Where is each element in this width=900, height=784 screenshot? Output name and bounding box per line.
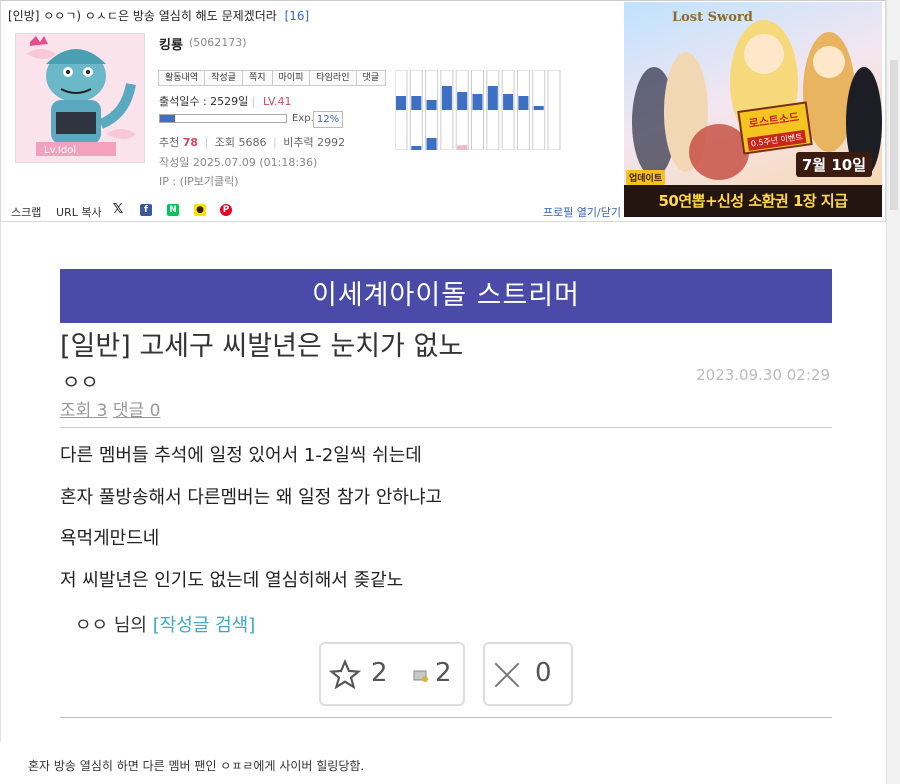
views-value: 5686	[238, 136, 267, 149]
activity-bar-upper	[426, 100, 437, 110]
profile-tabs: 활동내역 작성글 쪽지 마이피 타임라인 댓글	[158, 70, 387, 86]
written-date: 작성일 2025.07.09 (01:18:36)	[159, 156, 318, 169]
x-share-icon[interactable]: 𝕏	[112, 203, 124, 216]
scrollbar[interactable]	[886, 0, 900, 784]
cross-icon	[494, 662, 520, 688]
ad-date: 7월 10일	[795, 152, 872, 177]
post-title-line: [인방] ㅇㅇㄱ) ㅇㅅㄷ은 방송 열심히 해도 문제겠더라 [16]	[8, 7, 309, 24]
user-id: (5062173)	[189, 36, 247, 49]
recommend-value: 78	[182, 136, 199, 149]
tab-mypi[interactable]: 마이피	[273, 71, 311, 85]
comment-count[interactable]: [16]	[285, 9, 310, 23]
activity-column	[547, 70, 561, 150]
captured-views: 조회 3	[60, 401, 108, 421]
facebook-share-icon[interactable]: f	[140, 204, 152, 216]
tab-activity[interactable]: 활동내역	[159, 71, 206, 85]
star-icon	[329, 659, 361, 690]
url-copy-button[interactable]: URL 복사	[56, 204, 102, 220]
activity-chart	[395, 70, 561, 150]
captured-author: ㅇㅇ	[62, 370, 99, 394]
activity-bar-upper	[457, 92, 468, 110]
avatar[interactable]: Lv.Idol	[15, 33, 145, 163]
ad-release: 업데이트	[626, 170, 666, 185]
activity-bar-lower	[411, 146, 422, 150]
recommend-label: 추천	[159, 136, 180, 149]
exp-percent: 12%	[313, 111, 343, 128]
dislike-box: 0	[483, 642, 573, 706]
activity-bar-upper	[411, 96, 422, 110]
profile-toggle-button[interactable]: 프로필 열기/닫기	[543, 204, 621, 220]
tab-comments[interactable]: 댓글	[357, 71, 386, 85]
post-line-2: 혼자 풀방송해서 다른멤버는 왜 일정 참가 안하냐고	[60, 487, 443, 508]
kakao-share-icon[interactable]: ●	[194, 204, 206, 216]
activity-bar-upper	[472, 94, 483, 110]
post-capture: 이세계아이돌 스트리머 [일반] 고세구 씨발년은 눈치가 없노 ㅇㅇ 2023…	[0, 222, 886, 742]
post-line-3: 욕먹게만드네	[60, 528, 160, 549]
post-line-1: 다른 멤버들 추석에 일정 있어서 1-2일씩 쉬는데	[60, 445, 422, 466]
exp-progress-bar	[159, 114, 287, 123]
divider	[60, 717, 832, 718]
activity-bar-lower	[457, 145, 468, 150]
activity-bar-upper	[533, 106, 544, 110]
activity-bar-lower	[426, 138, 437, 150]
share-bar: 스크랩 URL 복사 𝕏 f N ● P 프로필 열기/닫기	[1, 198, 621, 222]
user-stats: 추천 78 | 조회 5686 | 비추력 2992	[159, 136, 346, 149]
captured-view-count: 조회 3 댓글 0	[60, 396, 160, 421]
ad-tag-title: 로스트소드	[747, 110, 800, 131]
scrap-button[interactable]: 스크랩	[11, 204, 41, 220]
nickname[interactable]: 킹룡	[159, 34, 183, 53]
bichu-label: 비추력	[283, 136, 314, 149]
dislike-count: 0	[535, 658, 552, 688]
captured-post-title: [일반] 고세구 씨발년은 눈치가 없노	[60, 331, 464, 362]
attendance: 출석일수 : 2529일	[159, 95, 249, 108]
attendance-line: 출석일수 : 2529일 | LV.41	[159, 95, 292, 108]
tab-timeline[interactable]: 타임라인	[310, 71, 357, 85]
activity-bar-upper	[441, 86, 452, 110]
tab-posts[interactable]: 작성글	[205, 71, 243, 85]
recommend-box: 2 2	[319, 642, 465, 706]
divider	[60, 427, 832, 428]
ad-banner[interactable]: Lost Sword 로스트소드 0.5주년 이벤트 7월 10일 업데이트 5…	[624, 2, 882, 217]
dinosaur-avatar-icon: Lv.Idol	[16, 34, 144, 162]
svg-text:Lv.Idol: Lv.Idol	[44, 145, 76, 156]
pinterest-share-icon[interactable]: P	[220, 204, 232, 216]
fix-count: 2	[435, 658, 452, 688]
post-title: [인방] ㅇㅇㄱ) ㅇㅅㄷ은 방송 열심히 해도 문제겠더라	[8, 9, 277, 23]
author-search-line: ㅇㅇ 님의 [작성글 검색]	[75, 611, 255, 637]
gallery-header: 이세계아이돌 스트리머	[60, 269, 832, 323]
ad-bottom-text: 50연뽑+신성 소환권 1장 지급	[624, 185, 882, 217]
activity-bar-upper	[503, 94, 514, 110]
scrollbar-thumb[interactable]	[890, 60, 898, 210]
activity-bar-upper	[518, 96, 529, 110]
naver-share-icon[interactable]: N	[167, 204, 179, 216]
ip-view[interactable]: IP : (IP보기클릭)	[159, 173, 239, 189]
ad-brand: Lost Sword	[672, 10, 753, 25]
captured-date: 2023.09.30 02:29	[696, 366, 830, 384]
post-line-4: 저 씨발년은 인기도 없는데 열심히해서 좆같노	[60, 570, 404, 591]
exp-progress-fill	[160, 115, 176, 122]
author-search-link: [작성글 검색]	[152, 615, 256, 636]
level-badge: LV.41	[263, 95, 292, 108]
author-suffix: ㅇㅇ 님의	[75, 615, 147, 636]
fix-icon	[413, 670, 428, 682]
activity-bar-upper	[396, 96, 406, 110]
tab-messages[interactable]: 쪽지	[243, 71, 273, 85]
views-label: 조회	[214, 136, 236, 149]
activity-bar-upper	[487, 86, 498, 110]
bichu-value: 2992	[317, 136, 346, 149]
recommend-count: 2	[371, 658, 388, 688]
captured-comments: 댓글 0	[112, 401, 161, 421]
post-caption: 혼자 방송 열심히 하면 다른 멤버 팬인 ㅇㅍㄹ에게 사이버 힐링당함.	[28, 759, 365, 773]
exp-label: Exp.	[292, 113, 314, 124]
